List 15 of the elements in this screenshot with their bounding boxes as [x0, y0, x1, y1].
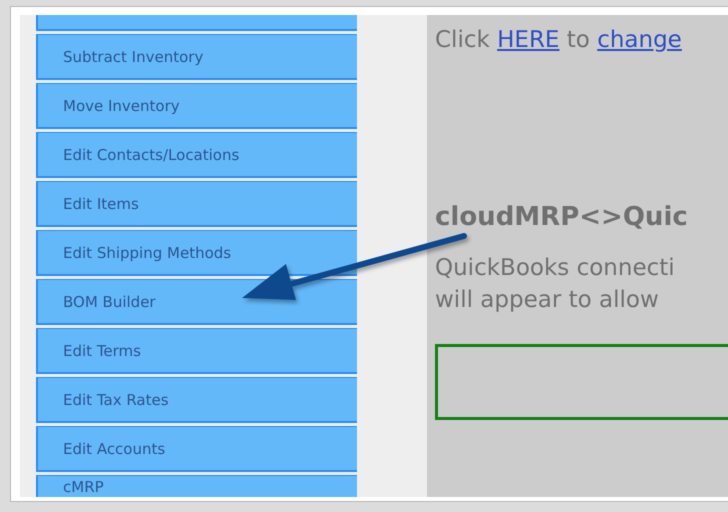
- intro-text: Click HERE to change: [435, 26, 683, 55]
- menu-item[interactable]: Edit Terms: [36, 328, 357, 374]
- here-link[interactable]: HERE: [497, 27, 560, 53]
- menu-item[interactable]: BOM Builder: [36, 279, 357, 325]
- description-text: QuickBooks connecti will appear to allow: [435, 254, 676, 315]
- section-heading: cloudMRP<>Quic: [435, 201, 689, 234]
- menu-item[interactable]: Edit Tax Rates: [36, 377, 357, 423]
- menu-item[interactable]: Edit Shipping Methods: [36, 230, 357, 276]
- change-link[interactable]: change: [597, 27, 682, 53]
- menu-item[interactable]: Edit Items: [36, 181, 357, 227]
- menu-item[interactable]: Move Inventory: [36, 83, 357, 129]
- menu-item[interactable]: Subtract Inventory: [36, 34, 357, 80]
- menu-item[interactable]: cMRP: [36, 475, 357, 497]
- menu-item[interactable]: Edit Contacts/Locations: [36, 132, 357, 178]
- menu-item[interactable]: Edit Accounts: [36, 426, 357, 472]
